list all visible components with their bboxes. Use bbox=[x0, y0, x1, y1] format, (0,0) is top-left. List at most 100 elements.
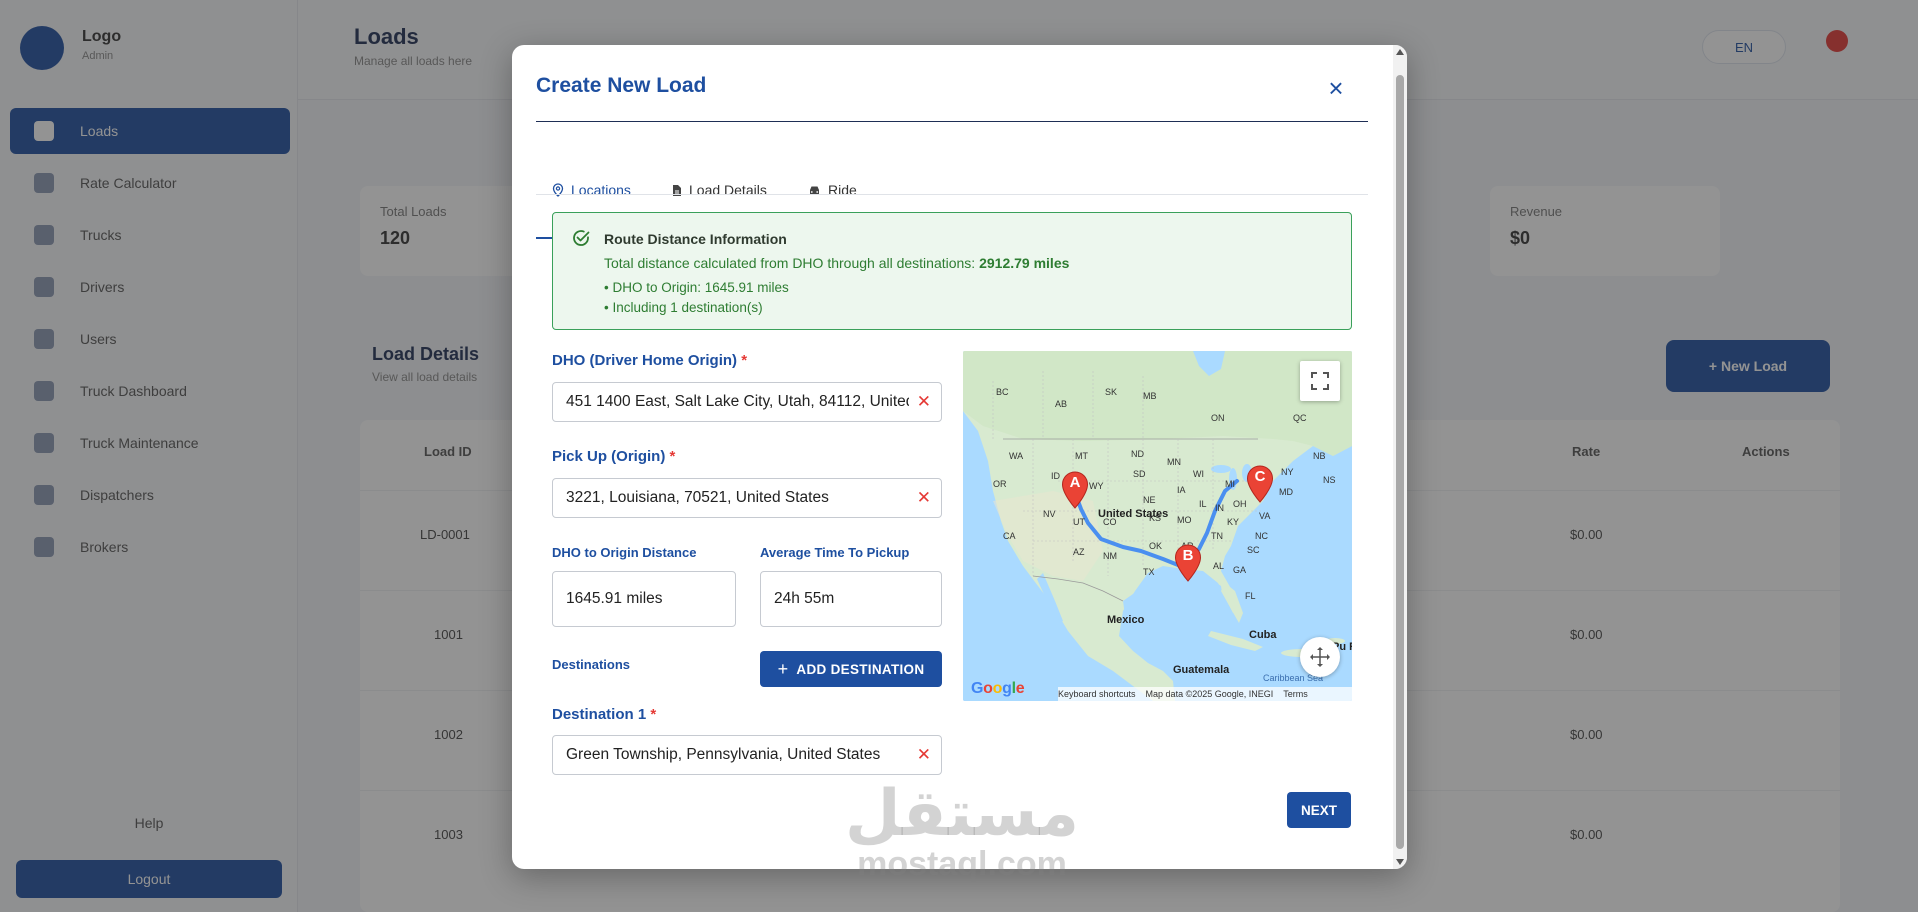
map-label: WA bbox=[1009, 451, 1024, 461]
map-pin-c[interactable]: C bbox=[1246, 465, 1274, 503]
dho-distance-field: 1645.91 miles bbox=[552, 571, 736, 627]
map-label: NB bbox=[1313, 451, 1326, 461]
plus-icon: + bbox=[777, 658, 789, 679]
create-load-dialog: Create New Load × Locations Load Details… bbox=[512, 45, 1407, 869]
map-data-credit: Map data ©2025 Google, INEGI bbox=[1145, 689, 1274, 699]
required-mark: * bbox=[669, 448, 676, 465]
map-label: MN bbox=[1167, 457, 1181, 467]
dho-address-value: 451 1400 East, Salt Lake City, Utah, 841… bbox=[566, 393, 909, 410]
map-label: AL bbox=[1213, 561, 1225, 571]
watermark-url: mostaql.com bbox=[857, 845, 1067, 883]
pin-letter: B bbox=[1182, 547, 1194, 564]
map-label: NE bbox=[1143, 495, 1156, 505]
map-label: NC bbox=[1255, 531, 1268, 541]
terms-link[interactable]: Terms bbox=[1283, 689, 1308, 699]
map-attribution: Keyboard shortcuts Map data ©2025 Google… bbox=[1058, 687, 1352, 701]
map-label: FL bbox=[1245, 591, 1256, 601]
avg-time-field: 24h 55m bbox=[760, 571, 942, 627]
pickup-address-input[interactable]: 3221, Louisiana, 70521, United States ✕ bbox=[552, 478, 942, 518]
dho-address-input[interactable]: 451 1400 East, Salt Lake City, Utah, 841… bbox=[552, 382, 942, 422]
map-label: ON bbox=[1211, 413, 1225, 423]
map-label: TX bbox=[1143, 567, 1155, 577]
route-total-value: 2912.79 miles bbox=[979, 255, 1070, 271]
title-divider bbox=[536, 121, 1368, 122]
map-label: GA bbox=[1233, 565, 1247, 575]
destination-1-label-text: Destination 1 bbox=[552, 706, 647, 723]
map-label: MI bbox=[1225, 479, 1235, 489]
map-label: IL bbox=[1199, 499, 1207, 509]
map-label: OH bbox=[1233, 499, 1247, 509]
map-label: TN bbox=[1211, 531, 1223, 541]
map-label: SC bbox=[1247, 545, 1260, 555]
map-label-country: Guatemala bbox=[1173, 664, 1230, 676]
map-label: WY bbox=[1089, 481, 1104, 491]
dho-distance-label: DHO to Origin Distance bbox=[552, 545, 697, 560]
destination-1-label: Destination 1 * bbox=[552, 706, 656, 723]
map-label: NS bbox=[1323, 475, 1336, 485]
map-camera-control[interactable] bbox=[1300, 637, 1340, 677]
add-destination-button[interactable]: + ADD DESTINATION bbox=[760, 651, 942, 687]
map-label: OK bbox=[1149, 541, 1163, 551]
map-label: WI bbox=[1193, 469, 1204, 479]
tab-label: Ride bbox=[828, 182, 857, 198]
avg-time-value: 24h 55m bbox=[774, 590, 835, 607]
destination-1-value: Green Township, Pennsylvania, United Sta… bbox=[566, 746, 881, 763]
map-label: NV bbox=[1043, 509, 1056, 519]
clear-icon[interactable]: ✕ bbox=[917, 745, 931, 765]
map-label: MO bbox=[1177, 515, 1192, 525]
scroll-down-arrow[interactable] bbox=[1396, 859, 1404, 865]
pin-letter: A bbox=[1069, 474, 1081, 491]
map-label: KY bbox=[1227, 517, 1240, 527]
close-icon[interactable]: × bbox=[1322, 75, 1350, 103]
map-label: MT bbox=[1075, 451, 1088, 461]
map-label: ND bbox=[1131, 449, 1144, 459]
scroll-up-arrow[interactable] bbox=[1396, 49, 1404, 55]
route-dho-to-origin: • DHO to Origin: 1645.91 miles bbox=[604, 280, 789, 295]
map-label: MB bbox=[1143, 391, 1157, 401]
scrollbar-thumb[interactable] bbox=[1396, 75, 1404, 849]
pickup-label: Pick Up (Origin) * bbox=[552, 448, 675, 465]
route-total-distance: Total distance calculated from DHO throu… bbox=[604, 255, 1069, 271]
map-label-country: Cuba bbox=[1249, 629, 1277, 641]
dho-label-text: DHO (Driver Home Origin) bbox=[552, 352, 738, 369]
map-label: UT bbox=[1073, 517, 1085, 527]
fullscreen-icon bbox=[1311, 372, 1329, 390]
map-label: NY bbox=[1281, 467, 1294, 477]
pin-letter: C bbox=[1254, 468, 1266, 485]
map-label: CA bbox=[1003, 531, 1016, 541]
next-button[interactable]: NEXT bbox=[1287, 792, 1351, 828]
keyboard-shortcuts-link[interactable]: Keyboard shortcuts bbox=[1058, 689, 1136, 699]
camera-move-icon bbox=[1310, 647, 1330, 667]
watermark-arabic: مستقل bbox=[844, 777, 1080, 851]
route-distance-info: Route Distance Information Total distanc… bbox=[552, 212, 1352, 330]
required-mark: * bbox=[741, 352, 748, 369]
map-label-country: United States bbox=[1098, 508, 1169, 520]
fullscreen-button[interactable] bbox=[1300, 361, 1340, 401]
destinations-label: Destinations bbox=[552, 657, 631, 672]
tabs-divider bbox=[536, 194, 1368, 195]
route-map[interactable]: BC SK MB ON QC AB WA MT ND MN OR ID WY S… bbox=[963, 351, 1352, 701]
map-canvas bbox=[963, 351, 1352, 701]
dho-label: DHO (Driver Home Origin) * bbox=[552, 352, 747, 369]
map-label: IA bbox=[1177, 485, 1186, 495]
map-pin-b[interactable]: B bbox=[1174, 544, 1202, 582]
map-label: NM bbox=[1103, 551, 1117, 561]
avg-time-label: Average Time To Pickup bbox=[760, 545, 910, 560]
map-label: SD bbox=[1133, 469, 1146, 479]
map-label: ID bbox=[1051, 471, 1060, 481]
map-label: AB bbox=[1055, 399, 1068, 409]
map-label: AZ bbox=[1073, 547, 1085, 557]
dialog-scrollbar[interactable] bbox=[1393, 45, 1407, 869]
map-label: BC bbox=[996, 387, 1009, 397]
map-label: QC bbox=[1293, 413, 1307, 423]
check-circle-icon bbox=[573, 230, 590, 246]
clear-icon[interactable]: ✕ bbox=[917, 392, 931, 412]
map-label: SK bbox=[1105, 387, 1118, 397]
destination-1-input[interactable]: Green Township, Pennsylvania, United Sta… bbox=[552, 735, 942, 775]
pickup-label-text: Pick Up (Origin) bbox=[552, 448, 666, 465]
map-label: OR bbox=[993, 479, 1007, 489]
clear-icon[interactable]: ✕ bbox=[917, 488, 931, 508]
map-label: MD bbox=[1279, 487, 1293, 497]
map-pin-a[interactable]: A bbox=[1061, 471, 1089, 509]
pickup-address-value: 3221, Louisiana, 70521, United States bbox=[566, 489, 829, 506]
